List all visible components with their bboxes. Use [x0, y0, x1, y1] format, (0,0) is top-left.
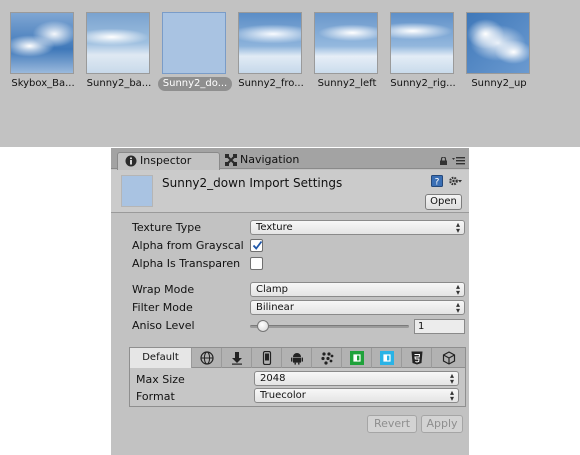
tab-platform-windows-phone[interactable] — [372, 348, 402, 368]
asset-name: Sunny2_up — [471, 78, 527, 89]
web-globe-icon — [199, 351, 214, 365]
asset-name: Skybox_Ba... — [11, 78, 75, 89]
tab-platform-console[interactable] — [432, 348, 465, 368]
wrap-mode-dropdown[interactable]: Clamp ▴ ▾ — [250, 282, 465, 297]
info-icon — [125, 155, 137, 167]
asset-thumbnail — [390, 12, 454, 74]
apply-button[interactable]: Apply — [421, 415, 463, 433]
inspector-tab-bar: Inspector Navigation — [111, 148, 469, 170]
tab-navigation[interactable]: Navigation — [218, 152, 318, 169]
console-cube-icon — [442, 351, 455, 365]
platform-tab-bar: Default — [130, 348, 465, 368]
max-size-label: Max Size — [136, 373, 185, 386]
dropdown-value: Clamp — [256, 284, 288, 295]
aniso-level-slider-thumb[interactable] — [257, 320, 269, 332]
checkmark-icon — [252, 240, 263, 250]
platform-tab-label: Default — [142, 352, 179, 363]
asset-name: Sunny2_ba... — [86, 78, 152, 89]
windows-phone-icon — [379, 351, 394, 365]
tab-platform-blackberry[interactable] — [312, 348, 342, 368]
windows-store-icon — [349, 351, 364, 365]
dropdown-value: Texture — [256, 222, 293, 233]
asset-thumbnail — [314, 12, 378, 74]
open-button[interactable]: Open — [425, 194, 462, 210]
alpha-is-transparency-checkbox[interactable] — [250, 257, 263, 270]
revert-button[interactable]: Revert — [367, 415, 417, 433]
alpha-from-grayscale-checkbox[interactable] — [250, 239, 263, 252]
updown-arrow-icon: ▴ ▾ — [455, 282, 460, 297]
texture-type-label: Texture Type — [132, 221, 202, 234]
updown-arrow-icon: ▴ ▾ — [455, 220, 460, 235]
updown-arrow-icon: ▴ ▾ — [455, 300, 460, 315]
tab-platform-windows-store[interactable] — [342, 348, 372, 368]
texture-preview — [121, 175, 153, 207]
max-size-dropdown[interactable]: 2048 ▴ ▾ — [254, 371, 459, 386]
iphone-icon — [262, 351, 271, 365]
tab-platform-standalone[interactable] — [222, 348, 252, 368]
tab-label: Inspector — [140, 154, 192, 167]
alpha-from-grayscale-label: Alpha from Grayscal — [132, 239, 244, 252]
android-icon — [290, 353, 303, 365]
project-browser: Skybox_Ba... Sunny2_ba... Sunny2_do... S… — [0, 0, 580, 147]
asset-name: Sunny2_fro... — [238, 78, 304, 89]
tab-platform-web[interactable] — [192, 348, 222, 368]
panel-menu-icon[interactable] — [452, 157, 465, 165]
aniso-level-label: Aniso Level — [132, 319, 195, 332]
tab-inspector[interactable]: Inspector — [117, 152, 220, 170]
asset-thumbnail — [10, 12, 74, 74]
asset-name: Sunny2_rig... — [390, 78, 456, 89]
asset-name: Sunny2_do... — [158, 77, 232, 91]
filter-mode-dropdown[interactable]: Bilinear ▴ ▾ — [250, 300, 465, 315]
asset-thumbnail — [86, 12, 150, 74]
aniso-level-slider-track[interactable] — [250, 325, 409, 328]
inspector-panel: Inspector Navigation Sunny2_down Import … — [111, 148, 469, 455]
updown-arrow-icon: ▴ ▾ — [449, 371, 454, 386]
tab-platform-webgl[interactable] — [402, 348, 432, 368]
gear-icon[interactable] — [448, 175, 462, 187]
texture-type-dropdown[interactable]: Texture ▴ ▾ — [250, 220, 465, 235]
html5-icon — [411, 351, 422, 365]
dropdown-value: 2048 — [260, 373, 286, 384]
updown-arrow-icon: ▴ ▾ — [449, 388, 454, 403]
dropdown-value: Truecolor — [260, 390, 306, 401]
alpha-is-transparency-label: Alpha Is Transparen — [132, 257, 241, 270]
help-book-icon[interactable]: ? — [431, 175, 443, 187]
tab-platform-android[interactable] — [282, 348, 312, 368]
download-arrow-icon — [231, 352, 242, 365]
format-label: Format — [136, 390, 175, 403]
filter-mode-label: Filter Mode — [132, 301, 193, 314]
tab-platform-ios[interactable] — [252, 348, 282, 368]
wrap-mode-label: Wrap Mode — [132, 283, 195, 296]
asset-thumbnail — [238, 12, 302, 74]
platform-settings-box: Default Max Size 2048 ▴ ▾ Format Truecol… — [129, 347, 466, 407]
inspector-header: Sunny2_down Import Settings ? Open — [111, 170, 469, 213]
navigation-icon — [225, 154, 237, 166]
tab-platform-default[interactable]: Default — [130, 348, 192, 368]
aniso-level-field[interactable]: 1 — [414, 319, 465, 334]
lock-icon[interactable] — [440, 157, 447, 165]
asset-name: Sunny2_left — [317, 78, 377, 89]
asset-thumbnail — [162, 12, 226, 74]
asset-thumbnail — [466, 12, 530, 74]
inspector-title: Sunny2_down Import Settings — [162, 176, 343, 190]
format-dropdown[interactable]: Truecolor ▴ ▾ — [254, 388, 459, 403]
tab-label: Navigation — [240, 153, 300, 166]
svg-text:?: ? — [435, 178, 440, 188]
blackberry-icon — [320, 352, 333, 365]
dropdown-value: Bilinear — [256, 302, 294, 313]
